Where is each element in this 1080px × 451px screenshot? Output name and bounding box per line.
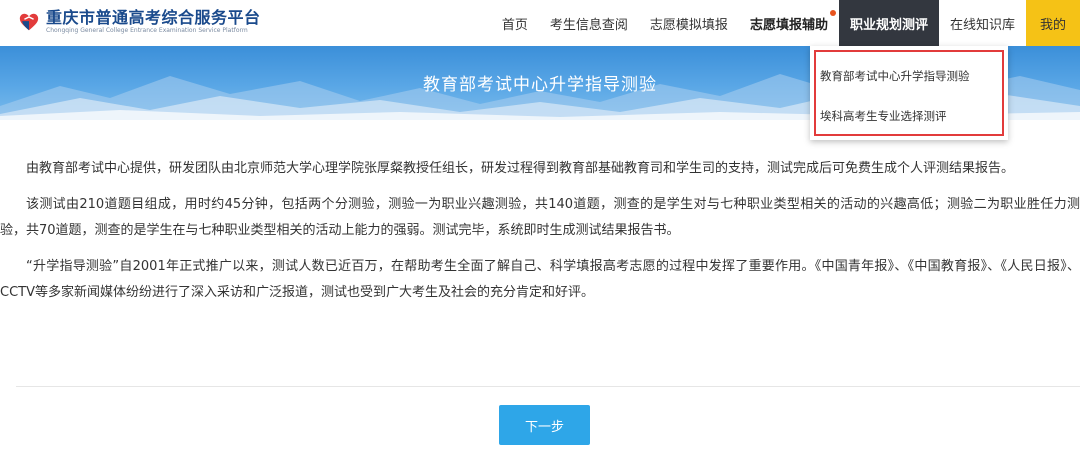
main-nav: 首页 考生信息查阅 志愿模拟填报 志愿填报辅助 职业规划测评 在线知识库 我的 (491, 0, 1080, 46)
intro-paragraph: 该测试由210道题目组成，用时约45分钟，包括两个分测验，测验一为职业兴趣测验，… (0, 197, 1080, 238)
nav-career-assessment[interactable]: 职业规划测评 (838, 0, 939, 46)
content-divider (16, 386, 1080, 387)
logo-subtitle: Chongqing General College Entrance Exami… (46, 27, 248, 34)
career-assessment-dropdown: 教育部考试中心升学指导测验 埃科高考生专业选择测评 (810, 46, 1008, 140)
nav-application-assist[interactable]: 志愿填报辅助 (739, 0, 839, 46)
nav-home[interactable]: 首页 (491, 0, 539, 46)
heart-logo-icon (19, 13, 39, 31)
nav-mock-application[interactable]: 志愿模拟填报 (639, 0, 739, 46)
dropdown-item-major-selection-test[interactable]: 埃科高考生专业选择测评 (820, 108, 947, 124)
nav-mine[interactable]: 我的 (1025, 0, 1080, 46)
top-header: 重庆市普通高考综合服务平台 Chongqing General College … (0, 0, 1080, 46)
site-logo[interactable]: 重庆市普通高考综合服务平台 Chongqing General College … (18, 9, 261, 35)
notification-dot (829, 10, 836, 16)
logo-title: 重庆市普通高考综合服务平台 (46, 8, 261, 27)
nav-application-assist-label: 志愿填报辅助 (749, 17, 828, 33)
nav-knowledge-base[interactable]: 在线知识库 (939, 0, 1026, 46)
dropdown-item-moe-guidance-test[interactable]: 教育部考试中心升学指导测验 (820, 68, 970, 84)
next-step-button[interactable]: 下一步 (499, 405, 590, 445)
intro-paragraph: 由教育部考试中心提供，研发团队由北京师范大学心理学院张厚粲教授任组长，研发过程得… (26, 161, 1015, 176)
nav-candidate-info[interactable]: 考生信息查阅 (539, 0, 639, 46)
intro-paragraph: “升学指导测验”自2001年正式推广以来，测试人数已近百万，在帮助考生全面了解自… (0, 259, 1080, 300)
intro-content: 由教育部考试中心提供，研发团队由北京师范大学心理学院张厚粲教授任组长，研发过程得… (0, 156, 1080, 316)
